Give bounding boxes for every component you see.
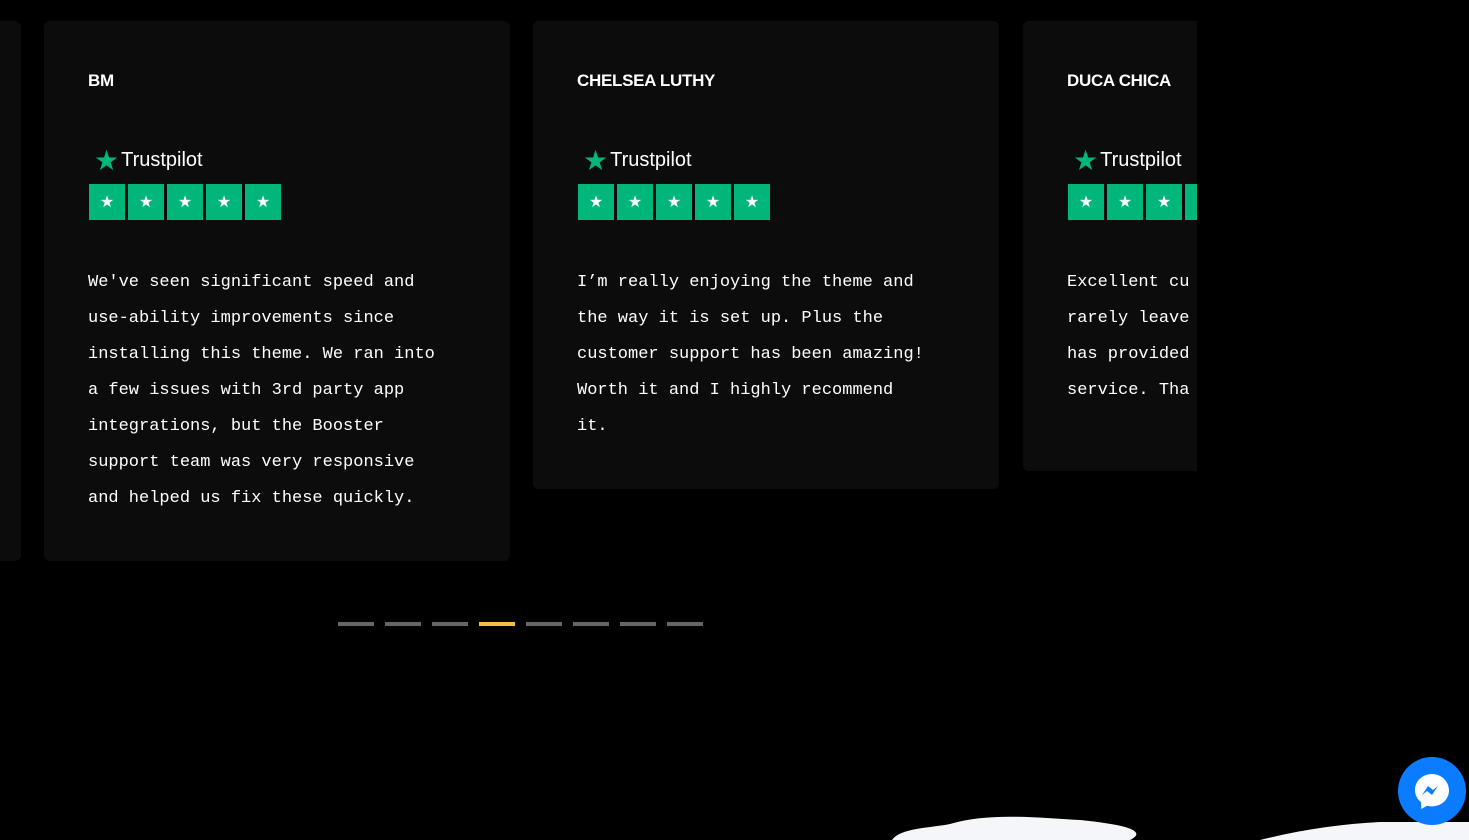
trustpilot-rating: ★Trustpilot ★★★★★ xyxy=(89,144,281,220)
pagination-dot[interactable] xyxy=(667,622,703,626)
star-icon: ★ xyxy=(1107,184,1143,220)
pagination-dot[interactable] xyxy=(432,622,468,626)
pagination-dot[interactable] xyxy=(385,622,421,626)
pagination-dot[interactable] xyxy=(338,622,374,626)
star-icon: ★ xyxy=(89,184,125,220)
trustpilot-star-icon: ★ xyxy=(583,144,609,176)
star-icon: ★ xyxy=(656,184,692,220)
trustpilot-rating: ★Trustpilot ★★★★★ xyxy=(1068,144,1197,220)
star-icon: ★ xyxy=(578,184,614,220)
star-icon: ★ xyxy=(695,184,731,220)
star-icon: ★ xyxy=(128,184,164,220)
review-text: We've seen significant speed and use-abi… xyxy=(88,273,435,508)
review-text: I’m really enjoying the theme and the wa… xyxy=(577,273,924,436)
reviewer-name: BM xyxy=(88,71,114,90)
decorative-wave xyxy=(892,816,1469,840)
star-icon: ★ xyxy=(206,184,242,220)
trustpilot-star-icon: ★ xyxy=(94,144,120,176)
trustpilot-star-icon: ★ xyxy=(1073,144,1099,176)
star-icon: ★ xyxy=(734,184,770,220)
messenger-icon xyxy=(1415,774,1449,809)
star-icon: ★ xyxy=(167,184,203,220)
star-icon: ★ xyxy=(1146,184,1182,220)
trustpilot-logo: Trustpilot xyxy=(1100,148,1182,171)
review-text: Excellent cu rarely leave has provided s… xyxy=(1067,273,1190,400)
pagination-dot-active[interactable] xyxy=(479,622,515,626)
star-icon: ★ xyxy=(617,184,653,220)
reviewer-name: CHELSEA LUTHY xyxy=(577,71,716,90)
pagination-dot[interactable] xyxy=(573,622,609,626)
reviewer-name: DUCA CHICA xyxy=(1067,71,1172,90)
star-icon: ★ xyxy=(245,184,281,220)
pagination-dot[interactable] xyxy=(620,622,656,626)
carousel-pagination xyxy=(338,622,703,626)
trustpilot-logo: Trustpilot xyxy=(610,148,692,171)
reviews-carousel: BM ★ Trustpilot ★ ★ ★ ★ ★ We've seen signific… xyxy=(0,0,1197,600)
messenger-chat-button[interactable] xyxy=(1398,757,1466,825)
review-card: DUCA CHICA ★Trustpilot ★★★★★ Excellent c… xyxy=(1023,21,1197,471)
pagination-dot[interactable] xyxy=(526,622,562,626)
review-card-partial xyxy=(0,21,21,561)
star-icon: ★ xyxy=(1185,184,1197,220)
review-card: BM ★ Trustpilot ★ ★ ★ ★ ★ We've seen signific… xyxy=(44,21,510,561)
star-icon: ★ xyxy=(1068,184,1104,220)
trustpilot-rating: ★Trustpilot ★★★★★ xyxy=(578,144,770,220)
trustpilot-logo: Trustpilot xyxy=(121,148,203,171)
review-card: CHELSEA LUTHY ★ Trustpilot ★ ★ ★ ★ ★ I’m real… xyxy=(533,21,999,489)
